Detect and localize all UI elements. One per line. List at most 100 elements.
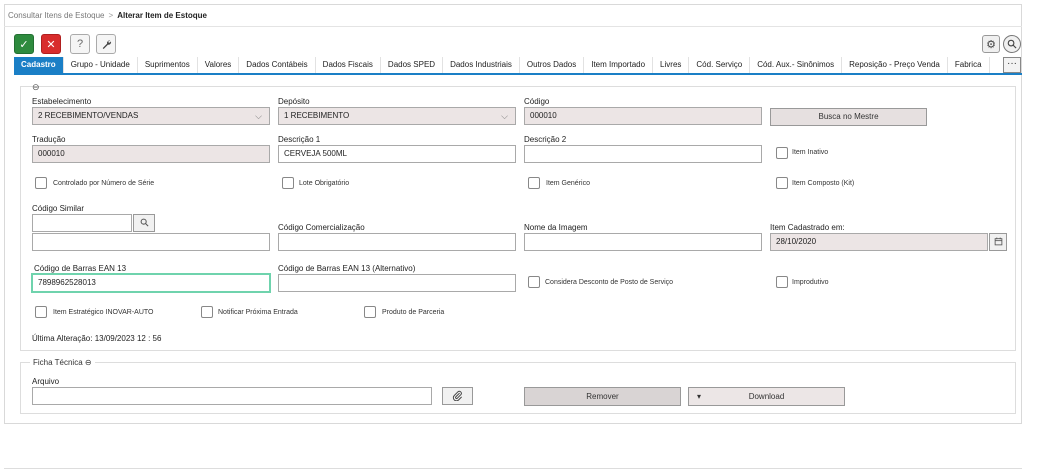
tab-valores[interactable]: Valores — [198, 57, 240, 73]
ean13-field[interactable]: 7898962528013 — [32, 274, 270, 292]
deposito-select[interactable]: 1 RECEBIMENTO ⌵ — [278, 107, 516, 125]
ficha-collapse-icon[interactable]: ⊖ — [85, 358, 92, 367]
nome-imagem-field[interactable] — [524, 233, 762, 251]
tab-livres[interactable]: Livres — [653, 57, 690, 73]
item-generico-label: Item Genérico — [546, 180, 590, 187]
attach-button[interactable] — [442, 387, 473, 405]
codigo-similar-desc-field[interactable] — [32, 233, 270, 251]
search-icon — [140, 218, 149, 227]
search-button[interactable] — [1003, 35, 1021, 53]
estabelecimento-select[interactable]: 2 RECEBIMENTO/VENDAS ⌵ — [32, 107, 270, 125]
breadcrumb: Consultar Itens de Estoque > Alterar Item … — [8, 11, 207, 20]
tab-c-d-servi-o[interactable]: Cód. Serviço — [689, 57, 751, 73]
chevron-down-icon: ⌵ — [501, 111, 508, 121]
tools-button[interactable] — [96, 34, 116, 54]
nome-imagem-label: Nome da Imagem — [524, 223, 588, 232]
tab-dados-sped[interactable]: Dados SPED — [381, 57, 444, 73]
codigo-comercializacao-label: Código Comercialização — [278, 223, 365, 232]
codigo-label: Código — [524, 97, 550, 106]
tab-fabrica[interactable]: Fabrica — [948, 57, 990, 73]
tab-outros-dados[interactable]: Outros Dados — [520, 57, 585, 73]
paperclip-icon — [452, 390, 462, 402]
descricao1-label: Descrição 1 — [278, 135, 321, 144]
notificar-entrada-checkbox[interactable] — [201, 306, 213, 318]
tab-c-d-aux-sin-nimos[interactable]: Cód. Aux.- Sinônimos — [750, 57, 843, 73]
item-generico-checkbox[interactable] — [528, 177, 540, 189]
codigo-field[interactable]: 000010 — [524, 107, 762, 125]
controlado-serie-label: Controlado por Número de Série — [53, 180, 155, 187]
settings-button[interactable]: ⚙ — [982, 35, 1000, 53]
cancel-button[interactable]: ✕ — [41, 34, 61, 54]
codigo-similar-label: Código Similar — [32, 204, 85, 213]
tab-dados-industriais[interactable]: Dados Industriais — [443, 57, 520, 73]
ficha-tecnica-title: Ficha Técnica — [33, 358, 83, 367]
gear-icon: ⚙ — [986, 38, 996, 51]
ean13-alt-field[interactable] — [278, 274, 516, 292]
wrench-icon — [102, 40, 111, 49]
tab-grupo-unidade[interactable]: Grupo - Unidade — [64, 57, 138, 73]
header-divider — [4, 26, 1022, 27]
item-inativo-checkbox[interactable] — [776, 147, 788, 159]
arquivo-label: Arquivo — [32, 377, 60, 386]
calendar-icon — [994, 237, 1002, 246]
confirm-button[interactable]: ✓ — [14, 34, 34, 54]
ean13-label: Código de Barras EAN 13 — [34, 264, 127, 273]
search-icon — [1007, 39, 1017, 49]
codigo-comercializacao-field[interactable] — [278, 233, 516, 251]
ean13-alt-label: Código de Barras EAN 13 (Alternativo) — [278, 264, 416, 273]
download-caret-icon: ▾ — [697, 392, 702, 401]
tab-bar: Cadastro Grupo - Unidade Suprimentos Valore… — [14, 57, 1022, 75]
question-icon: ? — [76, 38, 84, 50]
considera-desconto-label: Considera Desconto de Posto de Serviço — [545, 279, 674, 286]
improdutivo-checkbox[interactable] — [776, 276, 788, 288]
breadcrumb-parent[interactable]: Consultar Itens de Estoque — [8, 11, 105, 20]
remover-button[interactable]: Remover — [524, 387, 681, 406]
traducao-field[interactable]: 000010 — [32, 145, 270, 163]
descricao2-field[interactable] — [524, 145, 762, 163]
help-button[interactable]: ? — [70, 34, 90, 54]
item-estrategico-label: Item Estratégico INOVAR-AUTO — [53, 309, 154, 316]
tab-suprimentos[interactable]: Suprimentos — [138, 57, 198, 73]
tab-item-importado[interactable]: Item Importado — [584, 57, 654, 73]
ficha-tecnica-legend: Ficha Técnica ⊖ — [30, 358, 95, 367]
traducao-label: Tradução — [32, 135, 66, 144]
produto-parceria-label: Produto de Parceria — [382, 309, 445, 316]
check-icon: ✓ — [19, 38, 29, 51]
descricao2-label: Descrição 2 — [524, 135, 567, 144]
busca-mestre-button[interactable]: Busca no Mestre — [770, 108, 927, 126]
lote-obrigatorio-label: Lote Obrigatório — [299, 180, 350, 187]
tabs-more-button[interactable]: ··· — [1003, 57, 1021, 73]
tab-reposi-o-pre-o-venda[interactable]: Reposição - Preço Venda — [842, 57, 948, 73]
lote-obrigatorio-checkbox[interactable] — [282, 177, 294, 189]
tab-cadastro[interactable]: Cadastro — [14, 57, 64, 73]
item-composto-checkbox[interactable] — [776, 177, 788, 189]
breadcrumb-separator: > — [108, 11, 114, 20]
item-cadastrado-label: Item Cadastrado em: — [770, 223, 845, 232]
codigo-similar-field[interactable] — [32, 214, 132, 232]
considera-desconto-checkbox[interactable] — [528, 276, 540, 288]
estabelecimento-label: Estabelecimento — [32, 97, 92, 106]
download-label: Download — [748, 392, 785, 401]
chevron-down-icon: ⌵ — [255, 111, 262, 121]
item-cadastrado-field[interactable]: 28/10/2020 — [770, 233, 988, 251]
breadcrumb-current: Alterar Item de Estoque — [117, 11, 207, 20]
collapse-icon[interactable]: ⊖ — [32, 82, 40, 93]
arquivo-field[interactable] — [32, 387, 432, 405]
controlado-serie-checkbox[interactable] — [35, 177, 47, 189]
item-composto-label: Item Composto (Kit) — [792, 180, 855, 187]
improdutivo-label: Improdutivo — [792, 279, 829, 286]
calendar-button[interactable] — [989, 233, 1007, 251]
tab-dados-fiscais[interactable]: Dados Fiscais — [316, 57, 381, 73]
codigo-similar-search-button[interactable] — [133, 214, 155, 232]
download-button[interactable]: ▾ Download — [688, 387, 845, 406]
produto-parceria-checkbox[interactable] — [364, 306, 376, 318]
deposito-label: Depósito — [278, 97, 310, 106]
item-inativo-label: Item Inativo — [792, 149, 829, 156]
close-icon: ✕ — [46, 38, 56, 51]
item-estrategico-checkbox[interactable] — [35, 306, 47, 318]
descricao1-field[interactable]: CERVEJA 500ML — [278, 145, 516, 163]
ultima-alteracao-text: Última Alteração: 13/09/2023 12 : 56 — [32, 334, 162, 343]
tab-dados-cont-beis[interactable]: Dados Contábeis — [239, 57, 316, 73]
notificar-entrada-label: Notificar Próxima Entrada — [218, 309, 298, 316]
footer-divider — [4, 468, 1022, 469]
